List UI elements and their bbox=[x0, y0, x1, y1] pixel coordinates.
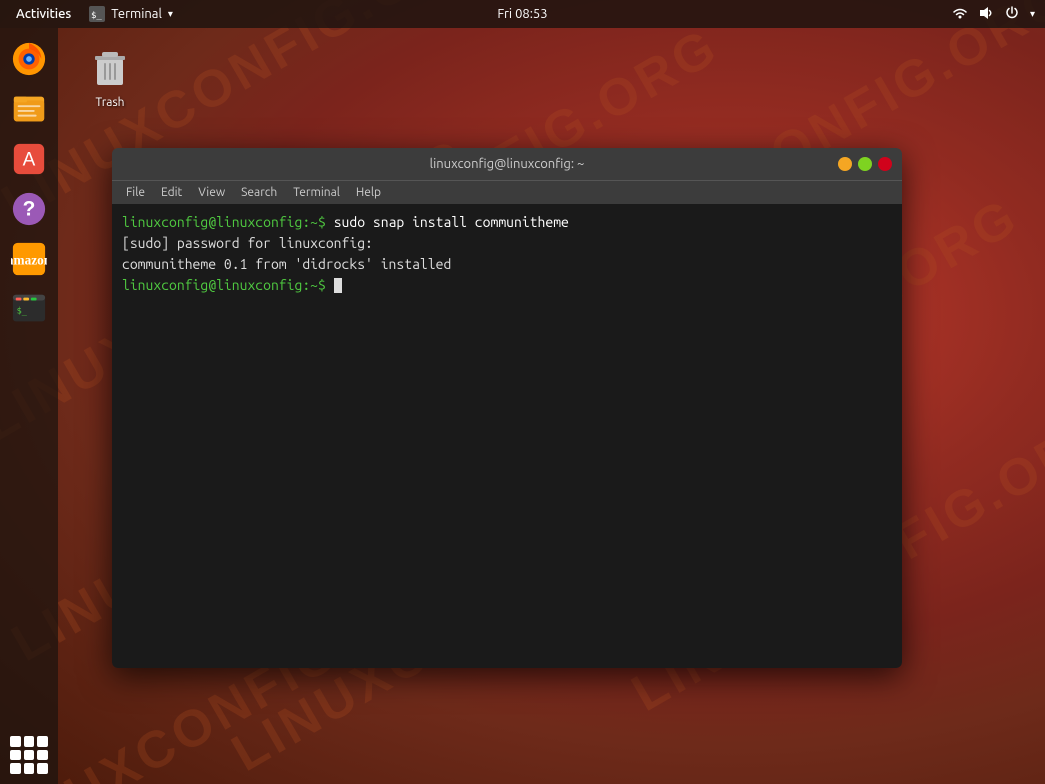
desktop: LINUXCONFIG.ORG LINUXCONFIG.ORG LINUXCON… bbox=[0, 0, 1045, 784]
desktop-icons-area: Trash bbox=[70, 40, 150, 113]
terminal-line-3: communitheme 0.1 from 'didrocks' install… bbox=[122, 254, 892, 275]
terminal-body[interactable]: linuxconfig@linuxconfig:~$ sudo snap ins… bbox=[112, 204, 902, 668]
topbar: Activities $_ Terminal ▾ Fri 08:53 bbox=[0, 0, 1045, 28]
terminal-minimize-button[interactable]: − bbox=[838, 157, 852, 171]
menu-search[interactable]: Search bbox=[235, 184, 283, 201]
menu-terminal[interactable]: Terminal bbox=[287, 184, 346, 201]
firefox-icon bbox=[11, 41, 47, 77]
software-center-icon: A bbox=[11, 141, 47, 177]
terminal-line-2: [sudo] password for linuxconfig: bbox=[122, 233, 892, 254]
topbar-terminal-icon: $_ bbox=[89, 6, 105, 22]
trash-label: Trash bbox=[95, 96, 124, 109]
dock-software-center[interactable]: A bbox=[8, 138, 50, 180]
dock-amazon[interactable]: amazon bbox=[8, 238, 50, 280]
svg-text:$_: $_ bbox=[17, 307, 28, 317]
terminal-dock-icon: $_ bbox=[11, 291, 47, 327]
topbar-dropdown-icon[interactable]: ▾ bbox=[168, 8, 173, 20]
dock-help[interactable]: ? bbox=[8, 188, 50, 230]
terminal-close-button[interactable]: × bbox=[878, 157, 892, 171]
terminal-prompt-2: linuxconfig@linuxconfig:~$ bbox=[122, 277, 334, 293]
topbar-dropdown-icon[interactable]: ▾ bbox=[1030, 8, 1035, 20]
topbar-clock[interactable]: Fri 08:53 bbox=[497, 7, 547, 21]
files-icon bbox=[11, 91, 47, 127]
trash-icon-image bbox=[86, 44, 134, 92]
terminal-controls: − □ × bbox=[838, 157, 892, 171]
terminal-title: linuxconfig@linuxconfig: ~ bbox=[430, 157, 585, 171]
dock-firefox[interactable] bbox=[8, 38, 50, 80]
topbar-app-indicator: $_ Terminal ▾ bbox=[89, 6, 173, 22]
terminal-command-1: sudo snap install communitheme bbox=[334, 214, 569, 230]
menu-edit[interactable]: Edit bbox=[155, 184, 188, 201]
menu-view[interactable]: View bbox=[192, 184, 231, 201]
show-apps-button[interactable] bbox=[10, 736, 48, 774]
svg-text:A: A bbox=[23, 150, 36, 171]
terminal-window: linuxconfig@linuxconfig: ~ − □ × File Ed… bbox=[112, 148, 902, 668]
trash-desktop-icon[interactable]: Trash bbox=[70, 40, 150, 113]
svg-text:amazon: amazon bbox=[11, 253, 47, 268]
network-icon[interactable] bbox=[952, 5, 968, 24]
trash-icon-svg bbox=[88, 46, 132, 90]
terminal-line-1: linuxconfig@linuxconfig:~$ sudo snap ins… bbox=[122, 212, 892, 233]
topbar-left: Activities $_ Terminal ▾ bbox=[10, 5, 173, 23]
terminal-maximize-button[interactable]: □ bbox=[858, 157, 872, 171]
menu-file[interactable]: File bbox=[120, 184, 151, 201]
dock: A ? amazon $_ bbox=[0, 28, 58, 784]
dock-files[interactable] bbox=[8, 88, 50, 130]
topbar-right: ▾ bbox=[952, 5, 1035, 24]
power-icon[interactable] bbox=[1004, 5, 1020, 24]
sound-icon[interactable] bbox=[978, 5, 994, 24]
terminal-titlebar: linuxconfig@linuxconfig: ~ − □ × bbox=[112, 148, 902, 180]
svg-text:?: ? bbox=[23, 198, 36, 221]
dock-bottom bbox=[10, 736, 48, 774]
svg-text:$_: $_ bbox=[91, 11, 102, 21]
terminal-cursor bbox=[334, 278, 342, 293]
terminal-line-4: linuxconfig@linuxconfig:~$ bbox=[122, 275, 892, 296]
menu-help[interactable]: Help bbox=[350, 184, 387, 201]
terminal-menubar: File Edit View Search Terminal Help bbox=[112, 180, 902, 204]
activities-button[interactable]: Activities bbox=[10, 5, 77, 23]
help-icon: ? bbox=[11, 191, 47, 227]
terminal-prompt-1: linuxconfig@linuxconfig:~$ bbox=[122, 214, 334, 230]
amazon-icon: amazon bbox=[11, 241, 47, 277]
dock-terminal[interactable]: $_ bbox=[8, 288, 50, 330]
topbar-app-name[interactable]: Terminal bbox=[111, 7, 162, 21]
